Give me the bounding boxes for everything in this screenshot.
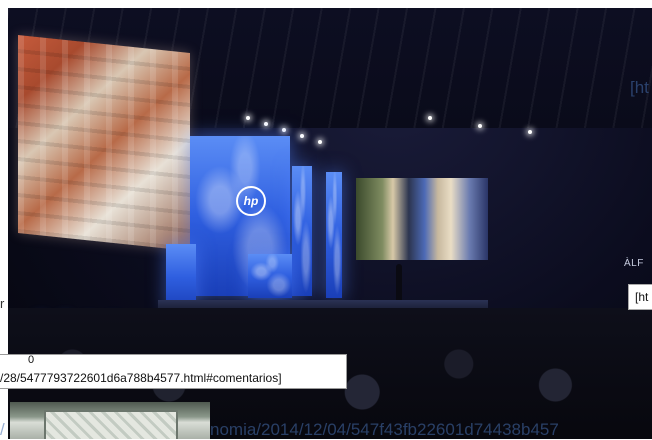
comments-url-text: /28/5477793722601d6a788b4577.html#coment…	[0, 371, 282, 385]
speaker-figure	[396, 264, 402, 300]
right-tag: ÀLF	[624, 258, 644, 269]
lower-blue-panel	[248, 254, 292, 298]
right-link-fragment[interactable]: [ht	[630, 78, 649, 98]
blue-column-screen	[292, 166, 312, 296]
blue-column-screen	[326, 172, 342, 298]
city-photo-screen	[18, 34, 190, 252]
bottom-article-link[interactable]: nomia/2014/12/04/547f43fb22601d74438b457	[210, 420, 559, 440]
left-slash: /	[0, 420, 5, 439]
right-link-box[interactable]: [ht	[628, 284, 652, 310]
comment-counter: 0	[28, 354, 35, 366]
hp-logo-text: hp	[243, 194, 259, 208]
right-link-box-text: [ht	[635, 290, 649, 304]
left-letter: r	[0, 296, 5, 311]
people-video-screen	[356, 178, 488, 260]
hp-logo: hp	[236, 186, 266, 216]
gps-thumbnail[interactable]	[10, 402, 210, 439]
comments-url-box[interactable]: /28/5477793722601d6a788b4577.html#coment…	[0, 354, 347, 389]
